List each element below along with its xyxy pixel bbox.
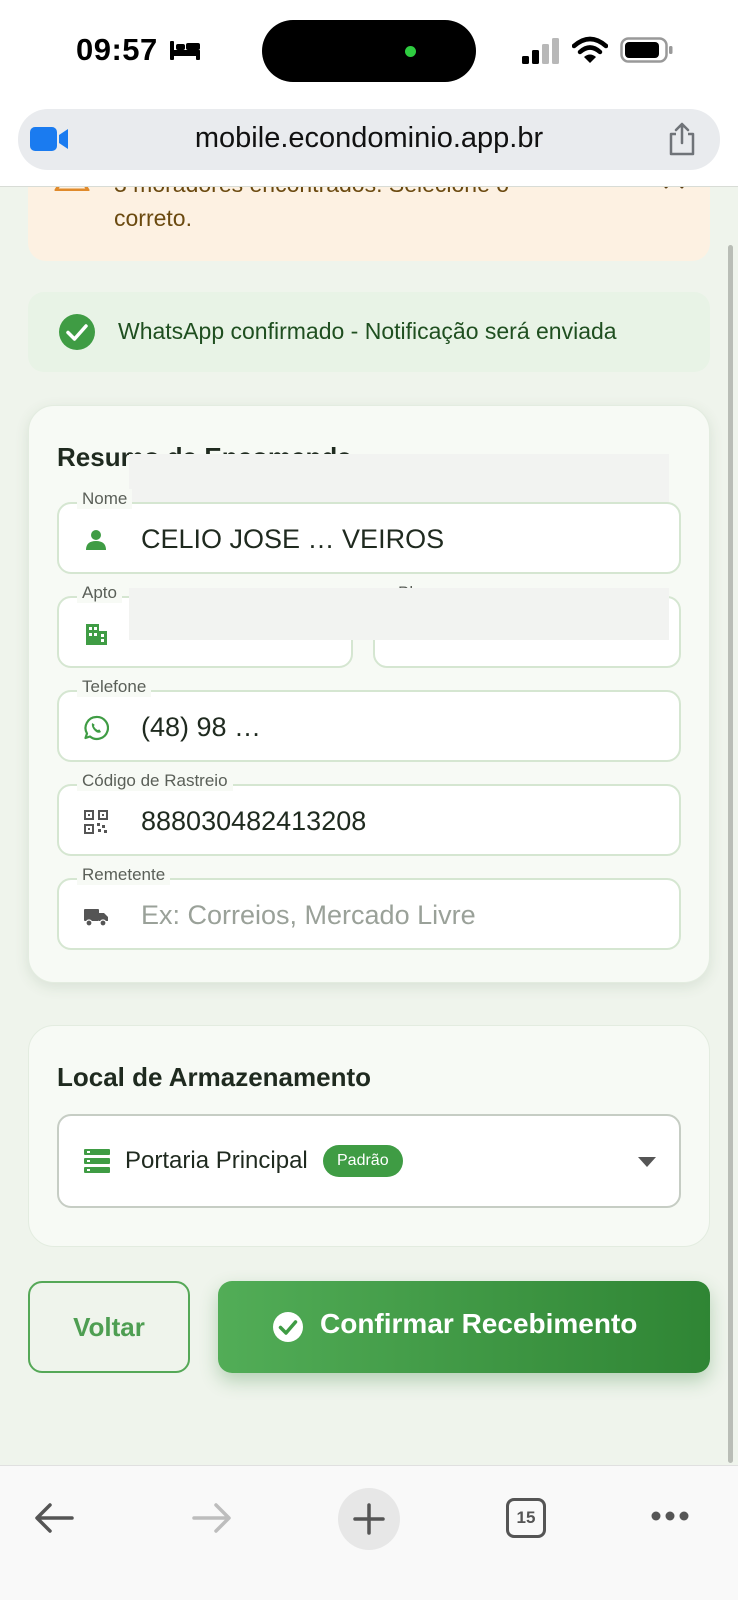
whatsapp-icon: [84, 715, 109, 741]
building-icon: [86, 624, 107, 645]
share-icon[interactable]: [666, 121, 698, 157]
name-value: CELIO JOSE … VEIROS: [141, 524, 445, 554]
phone-field[interactable]: Telefone (48) 98 …: [57, 677, 681, 762]
dynamic-island: [262, 20, 476, 82]
phone-label: Telefone: [77, 677, 152, 697]
order-summary-card: Resumo da Encomenda Nome CELIO JOSE … VE…: [28, 405, 710, 983]
tracking-code-field[interactable]: Código de Rastreio 888030482413208: [57, 771, 681, 856]
default-badge: Padrão: [323, 1145, 403, 1177]
browser-toolbar: 15: [0, 1465, 738, 1600]
close-icon[interactable]: [662, 187, 686, 191]
check-circle-icon: [59, 314, 95, 350]
more-options-icon[interactable]: [650, 1510, 690, 1522]
clock: 09:57: [76, 32, 158, 67]
sender-input[interactable]: Ex: Correios, Mercado Livre: [141, 900, 476, 931]
back-arrow-icon[interactable]: [34, 1502, 74, 1534]
storage-title: Local de Armazenamento: [57, 1062, 372, 1092]
redacted-area: [129, 454, 669, 504]
plus-icon: [353, 1503, 385, 1535]
success-alert: WhatsApp confirmado - Notificação será e…: [28, 292, 710, 372]
forward-arrow-icon[interactable]: [192, 1502, 232, 1534]
confirm-receipt-button[interactable]: Confirmar Recebimento: [218, 1281, 710, 1373]
tracking-value: 888030482413208: [141, 806, 367, 836]
scrollbar[interactable]: [728, 245, 733, 1463]
name-field[interactable]: Nome CELIO JOSE … VEIROS: [57, 489, 681, 574]
address-bar[interactable]: mobile.econdominio.app.br: [18, 109, 720, 170]
tab-count-button[interactable]: 15: [506, 1498, 546, 1538]
check-circle-icon: [273, 1312, 303, 1342]
qr-code-icon: [84, 810, 108, 834]
storage-selected-value: Portaria Principal: [125, 1147, 308, 1174]
sender-field[interactable]: Remetente Ex: Correios, Mercado Livre: [57, 865, 681, 950]
warning-alert: 3 moradores encontrados. Selecione o cor…: [28, 187, 710, 261]
redacted-area: [129, 588, 669, 640]
storage-location-card: Local de Armazenamento Portaria Principa…: [28, 1025, 710, 1247]
wifi-icon: [572, 36, 608, 63]
sleep-focus-icon: [170, 41, 200, 60]
camera-indicator-icon: [405, 46, 416, 57]
success-text: WhatsApp confirmado - Notificação será e…: [118, 318, 617, 344]
url-text[interactable]: mobile.econdominio.app.br: [18, 122, 720, 155]
battery-icon: [620, 37, 673, 63]
warning-icon: [54, 187, 90, 191]
new-tab-button[interactable]: [338, 1488, 400, 1550]
person-icon: [86, 530, 106, 550]
sender-label: Remetente: [77, 865, 171, 885]
truck-icon: [84, 909, 108, 927]
cellular-signal-icon: [522, 38, 559, 64]
chevron-down-icon[interactable]: [637, 1156, 657, 1168]
name-label: Nome: [77, 489, 133, 509]
apartment-label: Apto: [77, 583, 122, 603]
page-content[interactable]: 3 moradores encontrados. Selecione o cor…: [0, 187, 738, 1465]
back-button[interactable]: Voltar: [28, 1281, 190, 1373]
confirm-button-label: Confirmar Recebimento: [320, 1308, 638, 1339]
status-bar: 09:57: [0, 0, 738, 104]
storage-shelves-icon: [84, 1149, 110, 1173]
storage-location-select[interactable]: Portaria Principal Padrão: [57, 1114, 681, 1208]
warning-text: 3 moradores encontrados. Selecione o cor…: [114, 187, 509, 231]
tracking-label: Código de Rastreio: [77, 771, 233, 791]
phone-value: (48) 98 …: [141, 712, 262, 742]
